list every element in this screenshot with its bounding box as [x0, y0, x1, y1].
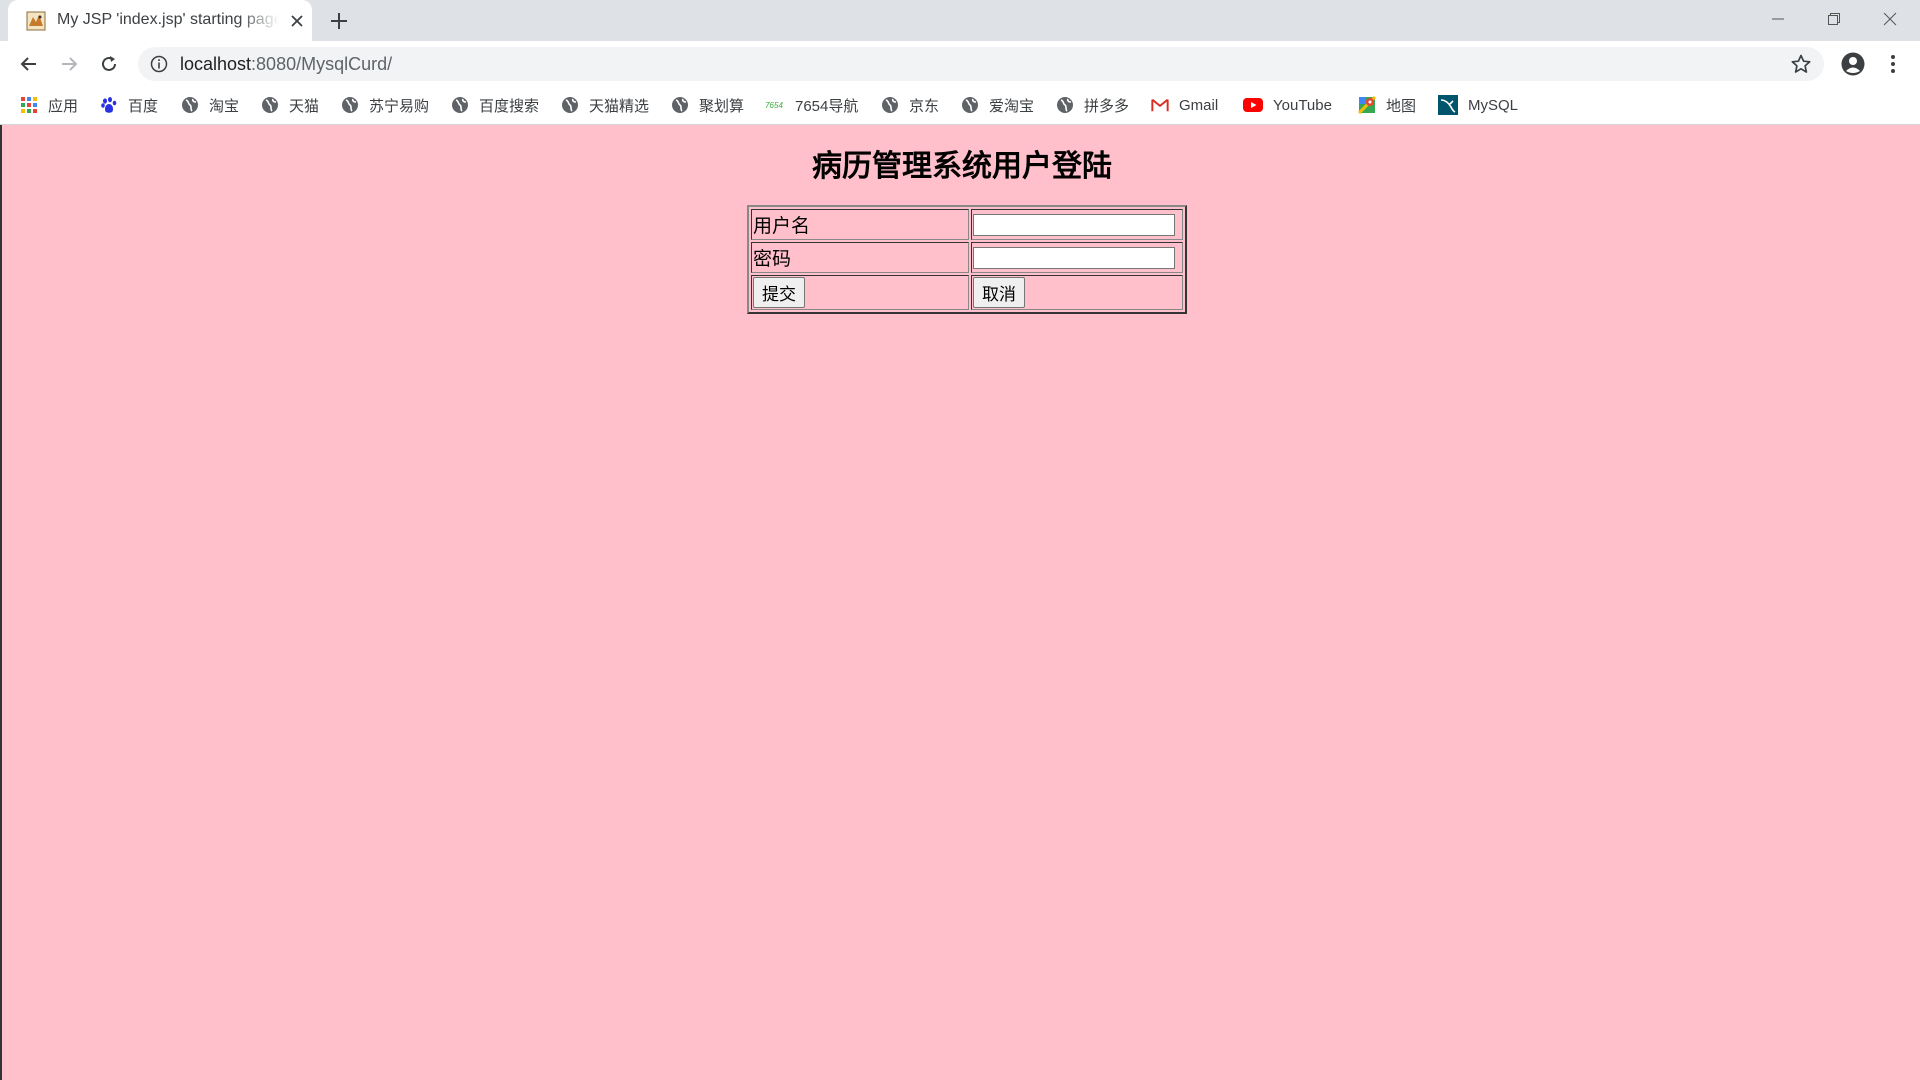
bookmark-label: 百度搜索	[479, 97, 540, 115]
username-label: 用户名	[751, 209, 969, 240]
password-cell	[971, 242, 1183, 273]
tomcat-favicon-icon	[26, 11, 46, 31]
back-button[interactable]	[13, 48, 45, 80]
reload-button[interactable]	[93, 48, 125, 80]
page-title: 病历管理系统用户登陆	[812, 150, 1112, 183]
bookmark-label: 地图	[1386, 97, 1417, 115]
bookmark-suning[interactable]: 苏宁易购	[341, 95, 429, 115]
browser-toolbar: localhost:8080/MysqlCurd/	[0, 41, 1920, 87]
bookmark-maps[interactable]: 地图	[1358, 95, 1416, 115]
globe-icon	[341, 96, 359, 114]
7654-logo-icon: 7654	[763, 96, 785, 114]
bookmark-label: 百度	[128, 97, 159, 115]
bookmark-tmall-select[interactable]: 天猫精选	[561, 95, 649, 115]
cancel-cell: 取消	[971, 275, 1183, 310]
new-tab-icon[interactable]	[328, 10, 350, 32]
bookmark-label: 淘宝	[209, 97, 240, 115]
back-arrow-icon	[20, 57, 36, 71]
minimize-icon	[1772, 18, 1784, 20]
bookmark-baidu-search[interactable]: 百度搜索	[451, 95, 539, 115]
bookmarks-bar: 应用 百度 淘宝 天猫 苏宁易购 百度搜索 天猫精选 聚划算 7654 7654…	[0, 87, 1920, 125]
baidu-paw-icon	[100, 96, 118, 114]
browser-tab-strip: My JSP 'index.jsp' starting page	[0, 0, 1920, 41]
url-host: localhost	[180, 54, 252, 74]
gmail-icon	[1151, 96, 1169, 114]
bookmark-label: 京东	[909, 97, 940, 115]
globe-icon	[261, 96, 279, 114]
restore-icon	[1828, 13, 1840, 25]
bookmark-label: 拼多多	[1084, 97, 1130, 115]
bookmark-pinduoduo[interactable]: 拼多多	[1056, 95, 1129, 115]
tab-title: My JSP 'index.jsp' starting page	[57, 11, 279, 28]
bookmark-star-icon[interactable]	[1790, 53, 1812, 75]
bookmark-juhuasuan[interactable]: 聚划算	[671, 95, 744, 115]
bookmark-label: 应用	[48, 97, 79, 115]
more-vert-icon	[1891, 55, 1895, 73]
bookmark-aitaobao[interactable]: 爱淘宝	[961, 95, 1034, 115]
mysql-icon	[1438, 95, 1458, 115]
forward-arrow-icon	[62, 57, 78, 71]
bookmark-baidu[interactable]: 百度	[100, 95, 158, 115]
password-row: 密码	[751, 242, 1183, 273]
bookmark-label: Gmail	[1179, 96, 1219, 114]
buttons-row: 提交 取消	[751, 275, 1183, 310]
profile-button[interactable]	[1839, 50, 1867, 78]
bookmark-gmail[interactable]: Gmail	[1151, 95, 1218, 115]
7654-logo-text: 7654	[765, 100, 783, 110]
account-circle-icon	[1841, 52, 1865, 76]
bookmark-label: 聚划算	[699, 97, 745, 115]
bookmark-label: 天猫	[289, 97, 320, 115]
bookmark-tmall[interactable]: 天猫	[261, 95, 319, 115]
close-window-icon	[1883, 12, 1897, 26]
address-bar[interactable]: localhost:8080/MysqlCurd/	[138, 47, 1824, 81]
restore-button[interactable]	[1806, 0, 1862, 38]
minimize-button[interactable]	[1750, 0, 1806, 38]
username-input[interactable]	[973, 214, 1175, 236]
globe-icon	[671, 96, 689, 114]
username-row: 用户名	[751, 209, 1183, 240]
bookmark-apps[interactable]: 应用	[20, 95, 78, 115]
cancel-button[interactable]: 取消	[973, 277, 1025, 308]
bookmark-label: 天猫精选	[589, 97, 650, 115]
address-url[interactable]: localhost:8080/MysqlCurd/	[180, 54, 392, 75]
browser-tab[interactable]: My JSP 'index.jsp' starting page	[8, 0, 312, 41]
globe-icon	[561, 96, 579, 114]
globe-icon	[451, 96, 469, 114]
bookmark-mysql[interactable]: MySQL	[1438, 95, 1518, 115]
password-label: 密码	[751, 242, 969, 273]
username-cell	[971, 209, 1183, 240]
globe-icon	[961, 96, 979, 114]
submit-button[interactable]: 提交	[753, 277, 805, 308]
bookmark-label: 7654导航	[795, 97, 859, 115]
url-path: :8080/MysqlCurd/	[251, 54, 393, 74]
forward-button[interactable]	[53, 48, 85, 80]
globe-icon	[881, 96, 899, 114]
bookmark-label: 爱淘宝	[989, 97, 1035, 115]
site-info-icon[interactable]	[150, 55, 168, 73]
bookmark-taobao[interactable]: 淘宝	[181, 95, 239, 115]
youtube-icon	[1243, 96, 1263, 114]
close-tab-icon[interactable]	[288, 12, 306, 30]
apps-grid-icon	[20, 96, 38, 114]
bookmark-youtube[interactable]: YouTube	[1243, 95, 1332, 115]
submit-cell: 提交	[751, 275, 969, 310]
bookmark-7654[interactable]: 7654 7654导航	[763, 95, 858, 115]
bookmark-jd[interactable]: 京东	[881, 95, 939, 115]
menu-button[interactable]	[1879, 50, 1907, 78]
globe-icon	[1056, 96, 1074, 114]
bookmark-label: MySQL	[1468, 96, 1519, 114]
reload-icon	[102, 56, 116, 71]
close-window-button[interactable]	[1862, 0, 1918, 38]
login-table: 用户名 密码 提交 取消	[747, 205, 1187, 314]
bookmark-label: 苏宁易购	[369, 97, 430, 115]
bookmark-label: YouTube	[1273, 96, 1332, 114]
password-input[interactable]	[973, 247, 1175, 269]
globe-icon	[181, 96, 199, 114]
maps-icon	[1358, 96, 1376, 114]
page-viewport: 病历管理系统用户登陆 用户名 密码 提交 取消	[0, 125, 1920, 1080]
